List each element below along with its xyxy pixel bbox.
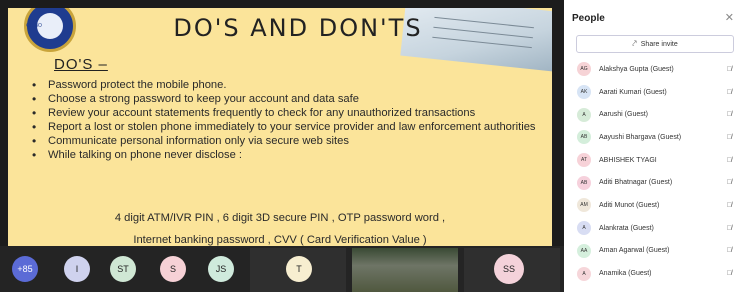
pin-line: 4 digit ATM/IVR PIN , 6 digit 3D secure … [114,212,446,224]
bullet-list: Password protect the mobile phone. Choos… [30,78,540,162]
participant-row[interactable]: AB Aditi Bhatnagar (Guest) 🎙̸ [564,171,744,194]
participant-name: Aarati Kumari (Guest) [599,88,667,96]
participant-avatar[interactable]: ST [110,256,136,282]
participant-row[interactable]: AK Aarati Kumari (Guest) 🎙̸ [564,81,744,104]
share-invite-label: Share invite [640,40,678,48]
participant-avatar[interactable]: SS [494,254,524,284]
participant-row[interactable]: AA Aman Agarwal (Guest) 🎙̸ [564,240,744,263]
bullet-item: Choose a strong password to keep your ac… [30,92,540,106]
participant-row[interactable]: A Anamika (Guest) 🎙̸ [564,262,744,285]
participant-name: Anamika (Guest) [599,270,652,278]
mic-muted-icon: 🎙̸ [726,133,732,141]
participant-name: Aarushi (Guest) [599,111,649,119]
logo-text: CRIBO [26,23,42,29]
close-icon[interactable]: ✕ [725,11,734,24]
mic-muted-icon: 🎙̸ [726,270,732,278]
participant-name: Aman Agarwal (Guest) [599,247,670,255]
share-icon: ⤤ [632,39,637,48]
banking-line: Internet banking password , CVV ( Card V… [133,234,427,246]
participant-name: Alakshya Gupta (Guest) [599,65,674,73]
bullet-item: Password protect the mobile phone. [30,78,540,92]
avatar: AT [577,153,591,168]
mic-muted-icon: 🎙̸ [726,224,732,232]
avatar: A [577,266,591,281]
participant-row[interactable]: AM Aditi Munot (Guest) 🎙̸ [564,194,744,217]
bullet-item: While talking on phone never disclose : [30,148,540,162]
mic-muted-icon: 🎙̸ [726,111,732,119]
participant-name: Aayushi Bhargava (Guest) [599,133,682,141]
participant-list: AG Alakshya Gupta (Guest) 🎙̸ AK Aarati Kumar… [564,58,744,285]
participant-row[interactable]: A Alankrata (Guest) 🎙̸ [564,217,744,240]
mic-muted-icon: 🎙̸ [726,201,732,209]
avatar: AA [577,243,591,258]
mic-muted-icon: 🎙̸ [726,247,732,255]
avatar: AK [577,85,591,100]
participant-row[interactable]: AT ABHISHEK TYAGI 🎙̸ [564,149,744,172]
participant-name: Aditi Munot (Guest) [599,201,660,209]
avatar: AB [577,175,591,190]
participant-name: Alankrata (Guest) [599,224,654,232]
avatar: AG [577,62,591,77]
video-tile-camera[interactable] [352,248,458,292]
people-panel: People ✕ ⤤ Share invite AG Alakshya Gupta… [564,0,744,292]
avatar: A [577,107,591,122]
avatar: AM [577,198,591,213]
slide-subtitle: DO'S – [54,56,108,73]
avatar: AB [577,130,591,145]
bullet-item: Communicate personal information only vi… [30,134,540,148]
participant-row[interactable]: A Aarushi (Guest) 🎙̸ [564,103,744,126]
bullet-item: Report a lost or stolen phone immediatel… [30,120,540,134]
participant-avatar[interactable]: JS [208,256,234,282]
share-invite-button[interactable]: ⤤ Share invite [576,35,734,53]
bullet-item: Review your account statements frequentl… [30,106,540,120]
org-logo [24,8,76,52]
video-stage: CRIBO DO'S AND DON'TS DO'S – Password pr… [0,0,564,292]
mic-muted-icon: 🎙̸ [726,179,732,187]
mic-muted-icon: 🎙̸ [726,88,732,96]
mic-muted-icon: 🎙̸ [726,65,732,73]
participant-row[interactable]: AG Alakshya Gupta (Guest) 🎙̸ [564,58,744,81]
more-participants-button[interactable]: +85 [12,256,38,282]
shared-slide: CRIBO DO'S AND DON'TS DO'S – Password pr… [8,8,552,246]
participant-avatar[interactable]: I [64,256,90,282]
participant-row[interactable]: AB Aayushi Bhargava (Guest) 🎙̸ [564,126,744,149]
avatar: A [577,221,591,236]
mic-muted-icon: 🎙̸ [726,156,732,164]
participant-avatar[interactable]: S [160,256,186,282]
participant-name: ABHISHEK TYAGI [599,156,657,164]
panel-title: People [572,13,605,24]
participant-name: Aditi Bhatnagar (Guest) [599,179,673,187]
slide-title: DO'S AND DON'TS [173,14,423,42]
participant-avatar[interactable]: T [286,256,312,282]
